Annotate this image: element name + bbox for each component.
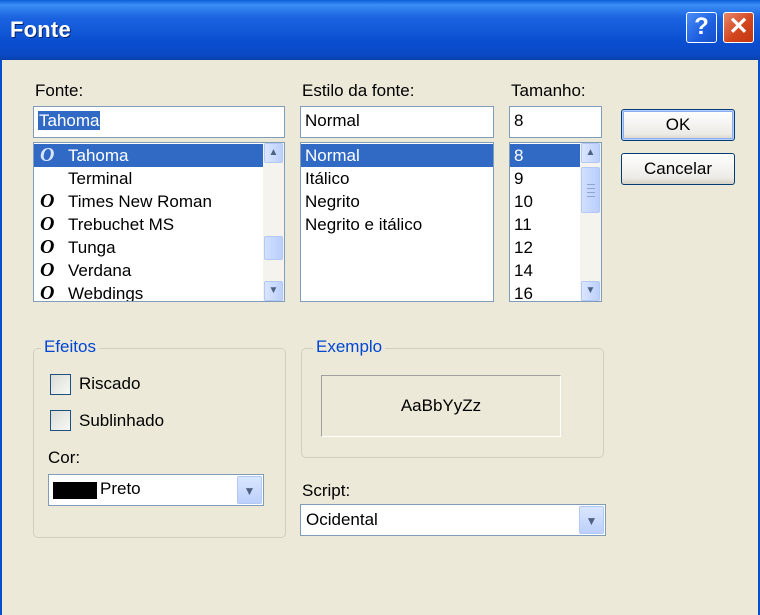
font-input[interactable]: Tahoma (33, 106, 285, 138)
opentype-font-icon: O (40, 213, 55, 235)
font-list-item-label: Tahoma (68, 146, 129, 165)
size-list-item[interactable]: 8 (510, 144, 580, 167)
size-list-item[interactable]: 9 (510, 167, 580, 190)
font-list-item[interactable]: O Tunga (34, 236, 263, 259)
opentype-font-icon: O (40, 236, 55, 258)
underline-checkbox[interactable] (50, 410, 71, 431)
color-swatch (53, 482, 97, 499)
thumb-grip (587, 192, 595, 193)
style-input[interactable]: Normal (300, 106, 494, 138)
opentype-font-icon: O (40, 259, 55, 281)
help-button[interactable]: ? (686, 12, 717, 43)
size-list-scrollbar[interactable]: ▲ ▼ (580, 143, 601, 301)
sample-title: Exemplo (313, 337, 386, 357)
strikeout-checkbox[interactable] (50, 374, 71, 395)
font-input-value: Tahoma (38, 111, 101, 130)
size-list-item[interactable]: 14 (510, 259, 580, 282)
underline-label[interactable]: Sublinhado (79, 411, 164, 431)
font-label: Fonte: (35, 81, 84, 100)
script-label: Script: (302, 481, 351, 500)
thumb-grip (587, 184, 595, 185)
font-list-item-label: Webdings (68, 284, 144, 302)
style-list-item[interactable]: Negrito (301, 190, 493, 213)
scroll-thumb[interactable] (264, 236, 283, 260)
size-list-item[interactable]: 16 (510, 282, 580, 301)
scroll-down-button[interactable]: ▼ (264, 281, 283, 301)
size-input[interactable]: 8 (509, 106, 602, 138)
font-list-item-label: Times New Roman (68, 192, 212, 211)
opentype-font-icon: O (40, 190, 55, 212)
opentype-font-icon: O (40, 282, 55, 302)
color-dropdown-button[interactable]: ▼ (237, 476, 262, 504)
font-list-item-label: Trebuchet MS (68, 215, 175, 234)
style-list-item[interactable]: Itálico (301, 167, 493, 190)
close-button[interactable]: ✕ (723, 12, 754, 43)
chevron-down-icon: ▼ (585, 514, 598, 528)
color-value: Preto (100, 479, 141, 498)
chevron-down-icon: ▼ (585, 285, 596, 296)
sample-preview: AaBbYyZz (321, 375, 561, 437)
style-label: Estilo da fonte: (302, 81, 415, 100)
size-list-item[interactable]: 11 (510, 213, 580, 236)
font-list-item[interactable]: O Trebuchet MS (34, 213, 263, 236)
thumb-grip (587, 196, 595, 197)
scroll-thumb[interactable] (581, 167, 600, 213)
font-list-item-label: Verdana (68, 261, 132, 280)
size-label: Tamanho: (511, 81, 586, 100)
cancel-button[interactable]: Cancelar (621, 153, 735, 185)
strikeout-label[interactable]: Riscado (79, 374, 140, 394)
font-dialog: Fonte ? ✕ Fonte: Tahoma O Tahoma Terminal O… (0, 0, 760, 615)
scroll-down-button[interactable]: ▼ (581, 281, 600, 301)
thumb-grip (587, 188, 595, 189)
style-list[interactable]: Normal Itálico Negrito Negrito e itálico (300, 142, 494, 302)
script-select[interactable]: Ocidental ▼ (300, 504, 606, 536)
window-border-left (0, 60, 2, 615)
close-icon: ✕ (728, 13, 749, 40)
font-list-item-label: Tunga (68, 238, 116, 257)
chevron-down-icon: ▼ (243, 484, 256, 498)
size-list-item[interactable]: 12 (510, 236, 580, 259)
effects-title: Efeitos (41, 337, 99, 357)
opentype-font-icon: O (40, 144, 55, 166)
color-label: Cor: (48, 448, 81, 467)
size-list[interactable]: 8 9 10 11 12 14 16 ▲ ▼ (509, 142, 602, 302)
font-list-scrollbar[interactable]: ▲ ▼ (263, 143, 284, 301)
window-title: Fonte (10, 17, 71, 42)
font-list-item[interactable]: O Verdana (34, 259, 263, 282)
ok-button[interactable]: OK (621, 109, 735, 141)
chevron-up-icon: ▲ (268, 147, 279, 158)
script-value: Ocidental (306, 510, 378, 529)
font-list-item[interactable]: Terminal (34, 167, 263, 190)
script-dropdown-button[interactable]: ▼ (579, 506, 604, 534)
font-list-item[interactable]: O Tahoma (34, 144, 263, 167)
scroll-up-button[interactable]: ▲ (581, 143, 600, 163)
style-list-item[interactable]: Normal (301, 144, 493, 167)
font-list-item[interactable]: O Webdings (34, 282, 263, 302)
style-list-item[interactable]: Negrito e itálico (301, 213, 493, 236)
font-list-item-label: Terminal (68, 169, 133, 188)
size-list-item[interactable]: 10 (510, 190, 580, 213)
font-list[interactable]: O Tahoma Terminal O Times New Roman O Trebuche… (33, 142, 285, 302)
help-icon: ? (694, 13, 709, 40)
color-select[interactable]: Preto ▼ (48, 474, 264, 506)
chevron-down-icon: ▼ (268, 285, 279, 296)
scroll-up-button[interactable]: ▲ (264, 143, 283, 163)
title-bar[interactable]: Fonte ? ✕ (0, 0, 760, 60)
font-list-item[interactable]: O Times New Roman (34, 190, 263, 213)
chevron-up-icon: ▲ (585, 147, 596, 158)
